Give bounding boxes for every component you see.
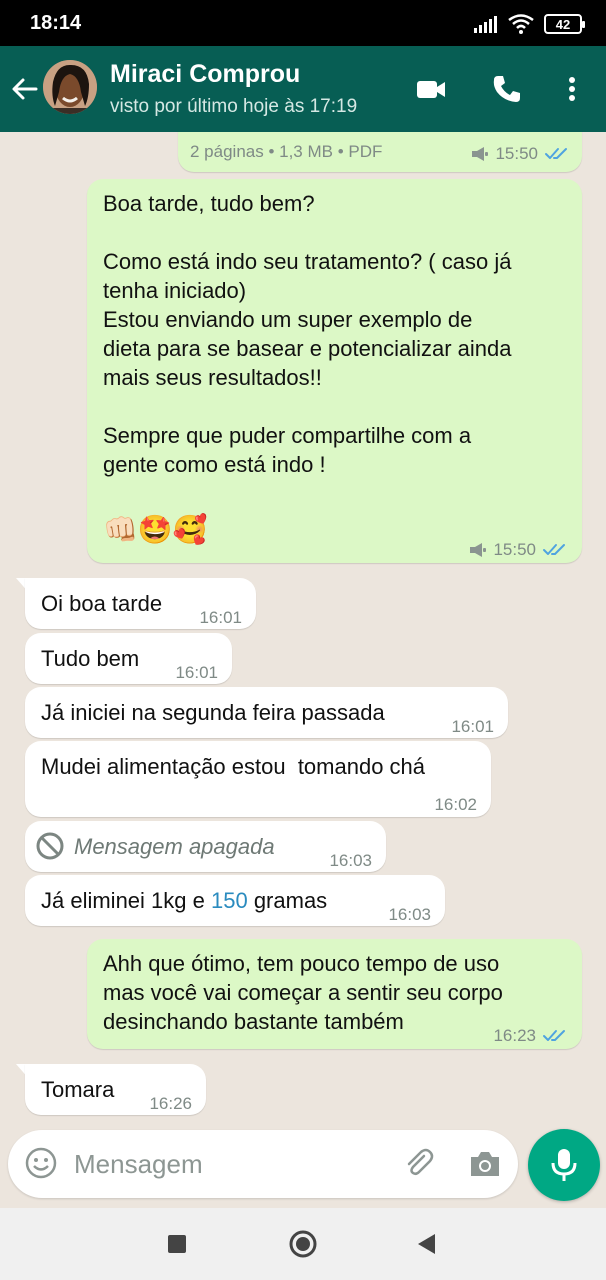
nav-recents-icon[interactable] bbox=[161, 1228, 193, 1260]
signal-icon bbox=[474, 16, 497, 33]
speaker-icon bbox=[471, 146, 489, 162]
message-outgoing-document[interactable]: 2 páginas • 1,3 MB • PDF 15:50 bbox=[178, 132, 582, 172]
phone-number-link[interactable]: 150 bbox=[211, 888, 248, 913]
paperclip-icon[interactable] bbox=[402, 1146, 436, 1180]
contact-name[interactable]: Miraci Comprou bbox=[110, 60, 300, 89]
message-meta: 15:50 bbox=[469, 535, 568, 564]
back-arrow-icon[interactable] bbox=[10, 74, 40, 104]
status-bar: 18:14 42 bbox=[0, 0, 606, 46]
more-vert-icon[interactable] bbox=[555, 72, 589, 106]
message-incoming[interactable]: Tomara 16:26 bbox=[25, 1064, 206, 1115]
emoji-icon[interactable] bbox=[24, 1146, 58, 1180]
video-call-icon[interactable] bbox=[414, 72, 448, 106]
message-time: 16:02 bbox=[434, 795, 477, 814]
message-text: Mensagem apagada bbox=[74, 834, 275, 859]
message-text: Mudei alimentação estou tomando chá bbox=[41, 754, 426, 779]
speaker-icon bbox=[469, 542, 487, 558]
double-tick-icon bbox=[542, 1028, 568, 1044]
message-time: 16:26 bbox=[149, 1094, 192, 1113]
last-seen-status[interactable]: visto por último hoje às 17:19 bbox=[110, 96, 357, 118]
message-time: 16:23 bbox=[493, 1026, 536, 1045]
message-composer[interactable]: Mensagem bbox=[8, 1130, 518, 1198]
message-text: Já iniciei na segunda feira passada bbox=[41, 700, 385, 725]
wifi-icon bbox=[508, 14, 534, 34]
message-time: 16:01 bbox=[199, 608, 242, 627]
chat-area[interactable]: 2 páginas • 1,3 MB • PDF 15:50 Boa tarde… bbox=[0, 132, 606, 1128]
nav-home-icon[interactable] bbox=[287, 1228, 319, 1260]
status-time: 18:14 bbox=[30, 12, 82, 34]
message-incoming[interactable]: Já iniciei na segunda feira passada 16:0… bbox=[25, 687, 508, 738]
message-time: 16:01 bbox=[451, 717, 494, 736]
message-time: 15:50 bbox=[493, 540, 536, 559]
message-time: 15:50 bbox=[495, 144, 538, 163]
chat-header: Miraci Comprou visto por último hoje às … bbox=[0, 46, 606, 132]
message-emojis: 👊🏻🤩🥰 bbox=[103, 514, 208, 545]
message-incoming[interactable]: Tudo bem 16:01 bbox=[25, 633, 232, 684]
message-input[interactable]: Mensagem bbox=[74, 1149, 203, 1180]
status-icons: 42 bbox=[474, 13, 585, 35]
avatar[interactable] bbox=[43, 60, 97, 114]
message-meta: 16:23 bbox=[493, 1021, 568, 1050]
message-incoming[interactable]: Já eliminei 1kg e 150 gramas 16:03 bbox=[25, 875, 445, 926]
message-time: 16:03 bbox=[329, 851, 372, 870]
message-text: Oi boa tarde bbox=[41, 591, 163, 616]
message-outgoing[interactable]: Boa tarde, tudo bem? Como está indo seu … bbox=[87, 179, 582, 563]
battery-indicator: 42 bbox=[544, 14, 585, 34]
document-info: 2 páginas • 1,3 MB • PDF bbox=[190, 142, 383, 161]
message-text: Tomara bbox=[41, 1077, 115, 1102]
message-text: Ahh que ótimo, tem pouco tempo de uso ma… bbox=[103, 951, 503, 1034]
message-text: Tudo bem bbox=[41, 646, 140, 671]
blocked-icon bbox=[36, 832, 64, 860]
message-text: Boa tarde, tudo bem? Como está indo seu … bbox=[103, 191, 512, 477]
camera-icon[interactable] bbox=[468, 1148, 502, 1180]
mic-icon bbox=[551, 1149, 577, 1181]
message-meta: 15:50 bbox=[471, 139, 570, 168]
mic-button[interactable] bbox=[528, 1129, 600, 1201]
message-incoming[interactable]: Mudei alimentação estou tomando chá 16:0… bbox=[25, 741, 491, 817]
message-time: 16:03 bbox=[388, 905, 431, 924]
message-incoming[interactable]: Oi boa tarde 16:01 bbox=[25, 578, 256, 629]
message-outgoing[interactable]: Ahh que ótimo, tem pouco tempo de uso ma… bbox=[87, 939, 582, 1049]
nav-back-icon[interactable] bbox=[411, 1228, 443, 1260]
double-tick-icon bbox=[542, 542, 568, 558]
message-time: 16:01 bbox=[175, 663, 218, 682]
message-incoming-deleted[interactable]: Mensagem apagada 16:03 bbox=[25, 821, 386, 872]
double-tick-icon bbox=[544, 146, 570, 162]
message-text: Já eliminei 1kg e 150 gramas bbox=[41, 888, 328, 913]
system-nav-bar bbox=[0, 1208, 606, 1280]
phone-icon[interactable] bbox=[490, 72, 524, 106]
